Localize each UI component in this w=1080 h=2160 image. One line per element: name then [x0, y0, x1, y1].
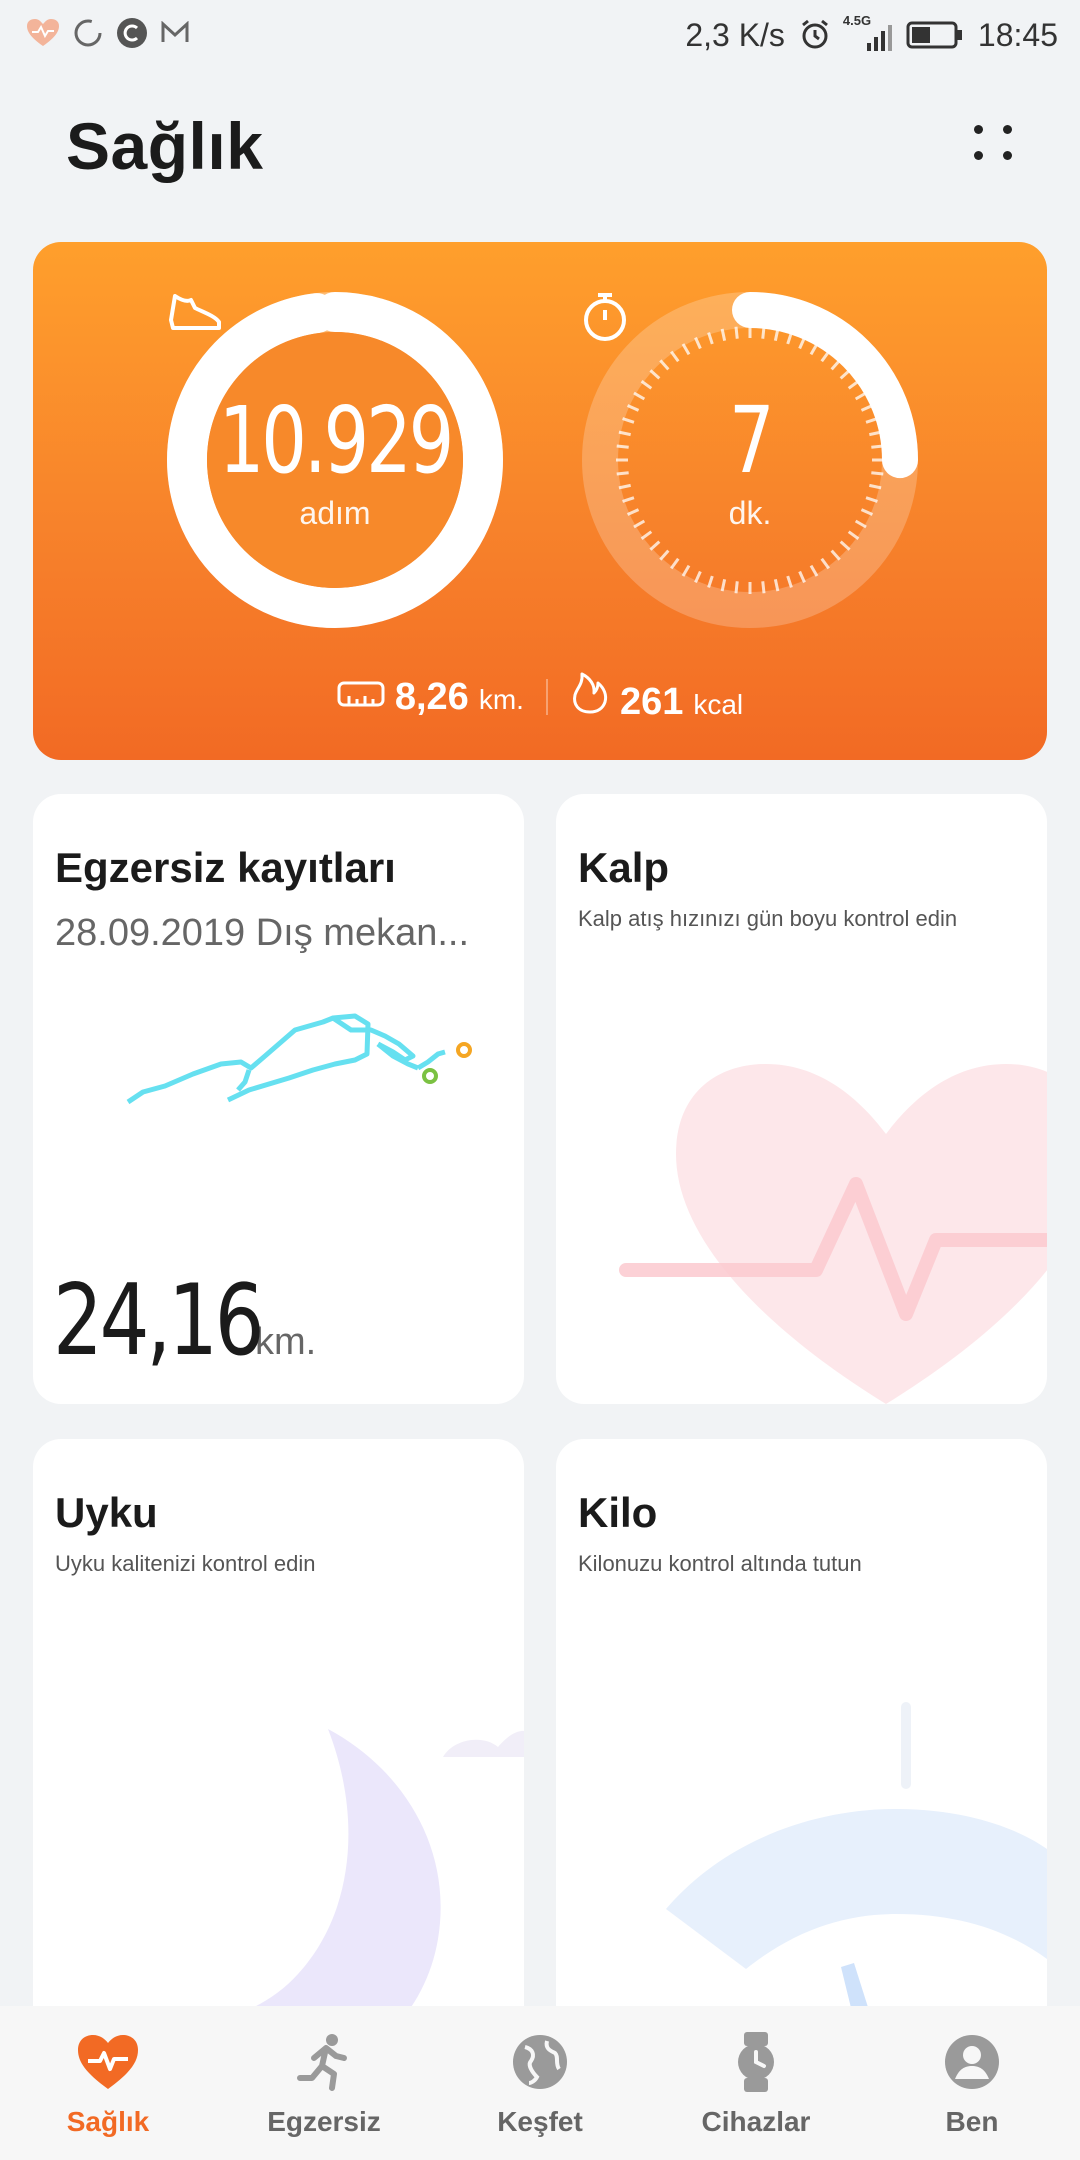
calories-unit: kcal	[693, 689, 744, 720]
sync-ring-icon	[72, 17, 104, 54]
health-heart-icon	[26, 18, 60, 53]
exercise-distance: 24,16 km.	[53, 1264, 316, 1378]
exercise-records-card[interactable]: Egzersiz kayıtları 28.09.2019 Dış mekan.…	[33, 794, 524, 1404]
steps-unit: adım	[299, 494, 371, 531]
steps-ring[interactable]: 10.929 adım	[165, 290, 505, 630]
globe-icon	[508, 2030, 572, 2094]
clock-time: 18:45	[977, 16, 1058, 53]
heart-card-title: Kalp	[578, 844, 670, 891]
activity-summary-card[interactable]: 10.929 adım 7 dk. 8,26 km. 261 kcal	[33, 242, 1047, 760]
status-right: 2,3 K/s 4.5G 18:45	[685, 13, 1058, 54]
nav-item-saglik[interactable]: Sağlık	[8, 2030, 208, 2138]
signal-icon: 4.5G	[843, 13, 892, 51]
activity-stats: 8,26 km. 261 kcal	[33, 670, 1047, 724]
steps-value: 10.929	[218, 386, 454, 494]
weight-card-subtitle: Kilonuzu kontrol altında tutun	[578, 1551, 862, 1576]
active-time-value: 7	[728, 386, 775, 494]
ruler-icon	[337, 679, 385, 714]
active-time-unit: dk.	[728, 494, 772, 531]
distance-value: 8,26	[394, 675, 469, 718]
active-time-ring[interactable]: 7 dk.	[580, 290, 920, 630]
c-app-icon	[116, 17, 148, 54]
status-bar: 2,3 K/s 4.5G 18:45	[0, 0, 1080, 70]
runner-icon	[292, 2030, 356, 2094]
nav-item-egzersiz[interactable]: Egzersiz	[224, 2030, 424, 2138]
alarm-icon	[799, 19, 831, 51]
calories-stat: 261 kcal	[570, 670, 743, 724]
status-left-icons	[26, 17, 190, 54]
distance-unit: km.	[478, 683, 524, 715]
heart-card[interactable]: Kalp Kalp atış hızınızı gün boyu kontrol…	[556, 794, 1047, 1404]
stat-divider	[545, 679, 548, 715]
heart-card-subtitle: Kalp atış hızınızı gün boyu kontrol edin	[578, 906, 958, 931]
distance-stat: 8,26 km.	[337, 676, 524, 719]
weight-card-title: Kilo	[578, 1489, 658, 1536]
nav-item-kesfet[interactable]: Keşfet	[440, 2030, 640, 2138]
nav-label-egzersiz: Egzersiz	[267, 2106, 381, 2137]
calories-value: 261	[619, 681, 684, 723]
heart-pulse-icon	[76, 2030, 140, 2094]
battery-icon	[906, 20, 964, 50]
user-icon	[940, 2030, 1004, 2094]
nav-label-ben: Ben	[945, 2106, 999, 2137]
sleep-card-subtitle: Uyku kalitenizi kontrol edin	[55, 1551, 316, 1576]
page-title: Sağlık	[66, 109, 264, 183]
exercise-distance-unit: km.	[255, 1321, 317, 1363]
flame-icon	[570, 670, 610, 719]
network-type: 4.5G	[842, 13, 872, 28]
nav-item-cihazlar[interactable]: Cihazlar	[656, 2030, 856, 2138]
route-start-point	[422, 1068, 438, 1084]
nav-label-saglik: Sağlık	[66, 2106, 150, 2137]
nav-item-ben[interactable]: Ben	[872, 2030, 1072, 2138]
exercise-distance-value: 24,16	[53, 1264, 265, 1378]
nav-label-cihazlar: Cihazlar	[701, 2106, 811, 2137]
more-dots-icon[interactable]	[964, 118, 1016, 170]
nav-label-kesfet: Keşfet	[497, 2106, 583, 2137]
mail-icon	[160, 20, 190, 50]
bottom-navigation: Sağlık Egzersiz Keşfet Cihazlar Ben	[0, 2006, 1080, 2160]
network-speed: 2,3 K/s	[685, 16, 785, 53]
sleep-card-title: Uyku	[55, 1489, 158, 1536]
header: Sağlık	[0, 90, 1080, 200]
route-end-point	[456, 1042, 472, 1058]
watch-icon	[724, 2030, 788, 2094]
